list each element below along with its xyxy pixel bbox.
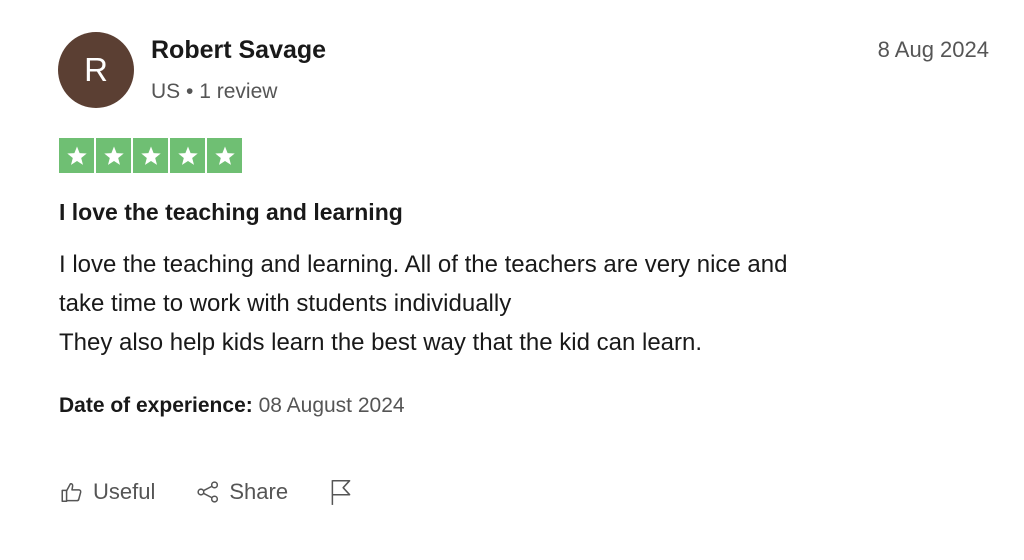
consumer-review-count: 1 review bbox=[199, 80, 278, 103]
avatar-initial: R bbox=[84, 51, 108, 88]
star-icon bbox=[170, 138, 205, 173]
star-icon bbox=[133, 138, 168, 173]
useful-button[interactable]: Useful bbox=[59, 476, 155, 508]
review-body: I love the teaching and learning. All of… bbox=[59, 245, 979, 362]
review-card: R Robert Savage US • 1 review 8 Aug 2024… bbox=[0, 0, 1024, 560]
report-button[interactable] bbox=[328, 478, 354, 506]
share-icon bbox=[195, 479, 221, 505]
review-date: 8 Aug 2024 bbox=[877, 37, 989, 62]
consumer-meta: US • 1 review bbox=[151, 78, 277, 106]
star-rating bbox=[59, 138, 242, 173]
avatar[interactable]: R bbox=[58, 32, 134, 108]
meta-separator: • bbox=[186, 80, 194, 103]
share-button[interactable]: Share bbox=[195, 476, 288, 508]
review-title[interactable]: I love the teaching and learning bbox=[59, 196, 403, 228]
star-icon bbox=[59, 138, 94, 173]
share-label: Share bbox=[229, 479, 289, 504]
useful-label: Useful bbox=[93, 479, 156, 504]
consumer-name[interactable]: Robert Savage bbox=[151, 34, 326, 66]
experience-label: Date of experience: bbox=[59, 394, 253, 417]
star-icon bbox=[207, 138, 242, 173]
flag-icon bbox=[328, 478, 354, 506]
date-of-experience: Date of experience: 08 August 2024 bbox=[59, 391, 405, 421]
thumbs-up-icon bbox=[59, 479, 85, 505]
review-actions: Useful Share bbox=[59, 476, 394, 508]
experience-date: 08 August 2024 bbox=[258, 394, 405, 417]
star-icon bbox=[96, 138, 131, 173]
review-body-line: They also help kids learn the best way t… bbox=[59, 329, 703, 356]
review-body-line: I love the teaching and learning. All of… bbox=[59, 251, 788, 278]
review-body-line: take time to work with students individu… bbox=[59, 290, 512, 317]
consumer-country: US bbox=[151, 80, 181, 103]
